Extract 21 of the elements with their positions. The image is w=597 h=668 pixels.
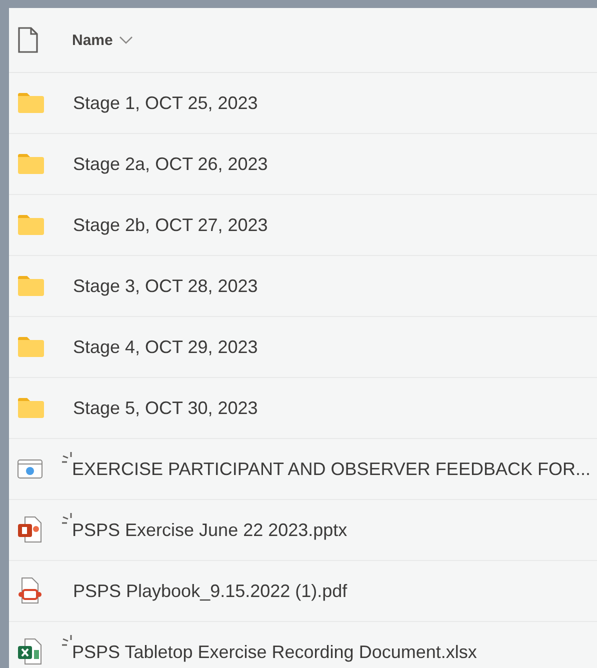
file-name[interactable]: PSPS Playbook_9.15.2022 (1).pdf: [72, 580, 348, 602]
folder-icon: [17, 397, 45, 419]
file-name[interactable]: Stage 5, OCT 30, 2023: [72, 398, 258, 418]
folder-icon: [17, 153, 45, 175]
pdf-file-icon: [17, 577, 43, 605]
presentation-file-icon: [17, 516, 43, 544]
folder-icon: [17, 336, 45, 358]
file-name[interactable]: EXERCISE PARTICIPANT AND OBSERVER FEEDBACK FOR...: [72, 458, 590, 480]
folder-icon: [17, 92, 45, 114]
file-name[interactable]: Stage 4, OCT 29, 2023: [72, 336, 258, 358]
name-column-header[interactable]: Name: [72, 32, 133, 48]
file-name[interactable]: Stage 1, OCT 25, 2023: [72, 92, 258, 114]
file-name[interactable]: PSPS Tabletop Exercise Recording Document.xlsx: [72, 642, 477, 662]
folder-icon: [17, 275, 45, 297]
folder-icon: [17, 214, 45, 236]
file-name[interactable]: Stage 2b, OCT 27, 2023: [72, 214, 268, 236]
document-icon: [17, 27, 39, 53]
file-name[interactable]: Stage 2a, OCT 26, 2023: [72, 154, 268, 174]
webpage-icon: [17, 459, 43, 479]
file-name[interactable]: Stage 3, OCT 28, 2023: [72, 276, 258, 296]
file-name[interactable]: PSPS Exercise June 22 2023.pptx: [72, 520, 348, 540]
